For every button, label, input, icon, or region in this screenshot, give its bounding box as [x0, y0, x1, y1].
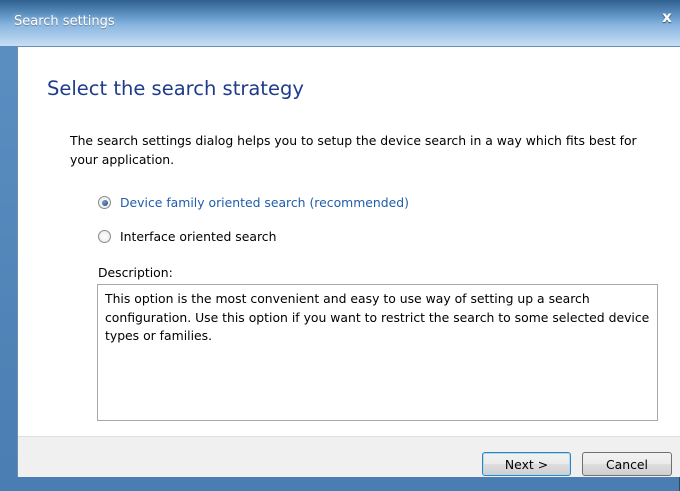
close-icon: x	[662, 8, 672, 26]
close-button[interactable]: x	[654, 0, 680, 34]
option-interface-label[interactable]: Interface oriented search	[120, 229, 276, 244]
next-button[interactable]: Next >	[482, 452, 571, 476]
cancel-button[interactable]: Cancel	[582, 452, 672, 476]
radio-checked-icon[interactable]	[98, 196, 111, 209]
description-label: Description:	[98, 265, 173, 280]
radio-unchecked-icon[interactable]	[98, 230, 111, 243]
title-bar[interactable]: Search settings x	[0, 0, 680, 46]
page-heading: Select the search strategy	[47, 77, 304, 100]
description-text: This option is the most convenient and e…	[105, 291, 650, 343]
dialog-window: Search settings x Select the search stra…	[0, 0, 680, 491]
window-title: Search settings	[14, 14, 115, 29]
option-device-family[interactable]: Device family oriented search (recommend…	[98, 195, 409, 210]
option-interface[interactable]: Interface oriented search	[98, 229, 276, 244]
button-bar: Next > Cancel	[18, 436, 680, 477]
dialog-content: Select the search strategy The search se…	[17, 46, 680, 477]
intro-text: The search settings dialog helps you to …	[70, 133, 637, 167]
description-box[interactable]: This option is the most convenient and e…	[97, 284, 658, 421]
option-device-family-label[interactable]: Device family oriented search (recommend…	[120, 195, 409, 210]
